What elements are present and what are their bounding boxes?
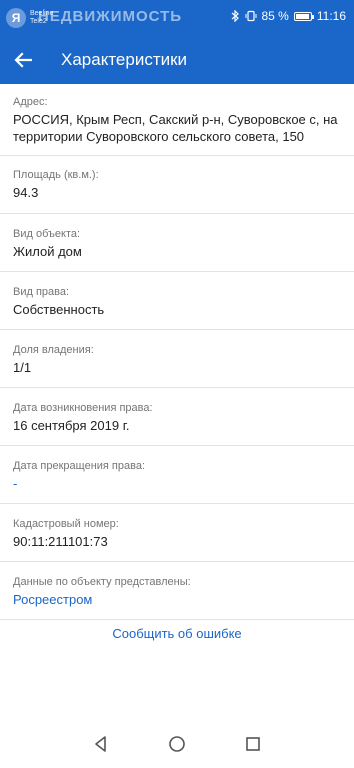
field-value: РОССИЯ, Крым Респ, Сакский р-н, Суворовс… (13, 112, 338, 144)
field-value: - (13, 476, 18, 491)
field-label: Вид права: (13, 286, 70, 298)
field-right-start-date: Дата возникновения права: 16 сентября 20… (0, 388, 354, 446)
field-label: Данные по объекту представлены: (13, 576, 191, 588)
report-error-link[interactable]: Сообщить об ошибке (0, 626, 354, 641)
nav-recents-button[interactable] (243, 734, 263, 754)
field-object-type: Вид объекта: Жилой дом (0, 214, 354, 272)
clock: 11:16 (316, 9, 346, 23)
field-label: Адрес: (13, 96, 48, 108)
field-label: Доля владения: (13, 344, 94, 356)
field-address: Адрес: РОССИЯ, Крым Респ, Сакский р-н, С… (0, 84, 354, 156)
field-value: Жилой дом (13, 244, 82, 259)
page-title: Характеристики (61, 50, 188, 69)
field-cadastral-number: Кадастровый номер: 90:11:211101:73 (0, 504, 354, 562)
field-label: Кадастровый номер: (13, 518, 119, 530)
data-source-link[interactable]: Росреестром (13, 591, 344, 608)
characteristics-list: Адрес: РОССИЯ, Крым Респ, Сакский р-н, С… (0, 84, 354, 620)
battery-percent: 85 % (261, 9, 289, 23)
nav-back-button[interactable] (91, 734, 111, 754)
field-data-source: Данные по объекту представлены: Росреест… (0, 562, 354, 620)
battery-icon (293, 11, 314, 21)
circle-home-icon (169, 736, 185, 752)
back-button[interactable] (10, 47, 36, 73)
field-value: 1/1 (13, 360, 32, 375)
field-value: 90:11:211101:73 (13, 534, 108, 549)
field-right-type: Вид права: Собственность (0, 272, 354, 330)
field-ownership-share: Доля владения: 1/1 (0, 330, 354, 388)
field-label: Площадь (кв.м.): (13, 169, 99, 181)
triangle-back-icon (95, 736, 106, 752)
bluetooth-icon (231, 10, 239, 22)
field-label: Вид объекта: (13, 228, 81, 240)
field-value: Собственность (13, 302, 105, 317)
watermark: НЕДВИЖИМОСТЬ (38, 8, 183, 25)
status-bar: Я Beeline Tele2 НЕДВИЖИМОСТЬ 85 % 11:16 (0, 0, 354, 36)
field-label: Дата возникновения права: (13, 402, 153, 414)
field-right-end-date: Дата прекращения права: - (0, 446, 354, 504)
field-area: Площадь (кв.м.): 94.3 (0, 156, 354, 214)
app-bar: Характеристики (0, 36, 354, 84)
nav-home-button[interactable] (167, 734, 187, 754)
square-recents-icon (246, 737, 260, 751)
system-nav-bar (0, 720, 354, 768)
vibrate-icon (245, 10, 256, 22)
field-value: 94.3 (13, 185, 39, 200)
field-value: 16 сентября 2019 г. (13, 418, 130, 433)
app-logo-icon: Я (6, 8, 26, 28)
arrow-left-icon (14, 52, 32, 68)
status-right: 85 % 11:16 (231, 9, 346, 23)
field-label: Дата прекращения права: (13, 460, 146, 472)
